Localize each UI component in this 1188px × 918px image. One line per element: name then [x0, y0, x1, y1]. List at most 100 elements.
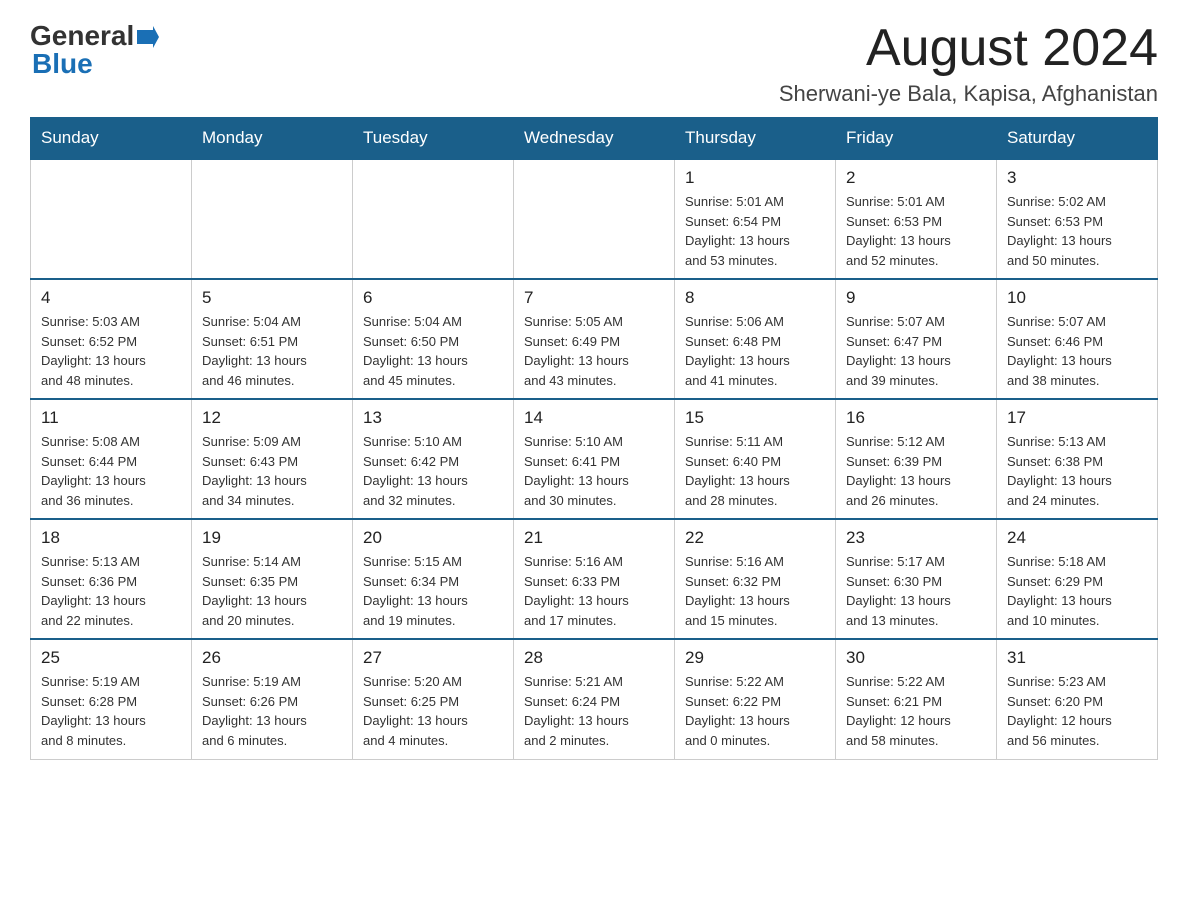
col-friday: Friday	[836, 118, 997, 160]
calendar-cell: 21 Sunrise: 5:16 AM Sunset: 6:33 PM Dayli…	[514, 519, 675, 639]
calendar-cell: 16 Sunrise: 5:12 AM Sunset: 6:39 PM Dayli…	[836, 399, 997, 519]
calendar-cell: 15 Sunrise: 5:11 AM Sunset: 6:40 PM Dayli…	[675, 399, 836, 519]
day-number: 16	[846, 408, 986, 428]
day-number: 5	[202, 288, 342, 308]
calendar-cell: 3 Sunrise: 5:02 AM Sunset: 6:53 PM Daylig…	[997, 159, 1158, 279]
calendar-cell: 13Sunrise: 5:10 AM Sunset: 6:42 PM Dayli…	[353, 399, 514, 519]
calendar-cell: 31Sunrise: 5:23 AM Sunset: 6:20 PM Dayli…	[997, 639, 1158, 759]
page-header: General Blue August 2024 Sherwani-ye Bal…	[30, 20, 1158, 107]
day-number: 17	[1007, 408, 1147, 428]
day-number: 10	[1007, 288, 1147, 308]
day-number: 26	[202, 648, 342, 668]
calendar-cell	[353, 159, 514, 279]
calendar-cell: 17 Sunrise: 5:13 AM Sunset: 6:38 PM Dayli…	[997, 399, 1158, 519]
day-info: Sunrise: 5:07 AM Sunset: 6:46 PM Dayligh…	[1007, 312, 1147, 390]
day-info: Sunrise: 5:04 AM Sunset: 6:51 PM Dayligh…	[202, 312, 342, 390]
calendar-cell: 29 Sunrise: 5:22 AM Sunset: 6:22 PM Dayli…	[675, 639, 836, 759]
day-info: Sunrise: 5:03 AM Sunset: 6:52 PM Dayligh…	[41, 312, 181, 390]
calendar-cell: 8 Sunrise: 5:06 AM Sunset: 6:48 PM Daylig…	[675, 279, 836, 399]
day-number: 22	[685, 528, 825, 548]
day-number: 30	[846, 648, 986, 668]
day-number: 11	[41, 408, 181, 428]
day-number: 20	[363, 528, 503, 548]
calendar-week-row-1: 1 Sunrise: 5:01 AM Sunset: 6:54 PM Daylig…	[31, 159, 1158, 279]
location-subtitle: Sherwani-ye Bala, Kapisa, Afghanistan	[779, 81, 1158, 107]
calendar-cell: 23 Sunrise: 5:17 AM Sunset: 6:30 PM Dayli…	[836, 519, 997, 639]
day-info: Sunrise: 5:23 AM Sunset: 6:20 PM Dayligh…	[1007, 672, 1147, 750]
calendar-week-row-4: 18 Sunrise: 5:13 AM Sunset: 6:36 PM Dayli…	[31, 519, 1158, 639]
calendar-cell: 22 Sunrise: 5:16 AM Sunset: 6:32 PM Dayli…	[675, 519, 836, 639]
day-number: 21	[524, 528, 664, 548]
day-info: Sunrise: 5:17 AM Sunset: 6:30 PM Dayligh…	[846, 552, 986, 630]
day-info: Sunrise: 5:16 AM Sunset: 6:32 PM Dayligh…	[685, 552, 825, 630]
calendar-cell: 4Sunrise: 5:03 AM Sunset: 6:52 PM Daylig…	[31, 279, 192, 399]
logo-blue-text: Blue	[32, 48, 93, 80]
day-number: 8	[685, 288, 825, 308]
day-number: 2	[846, 168, 986, 188]
day-info: Sunrise: 5:21 AM Sunset: 6:24 PM Dayligh…	[524, 672, 664, 750]
day-info: Sunrise: 5:06 AM Sunset: 6:48 PM Dayligh…	[685, 312, 825, 390]
day-number: 27	[363, 648, 503, 668]
day-number: 14	[524, 408, 664, 428]
col-tuesday: Tuesday	[353, 118, 514, 160]
day-number: 6	[363, 288, 503, 308]
logo-arrow-icon	[137, 26, 159, 48]
day-info: Sunrise: 5:02 AM Sunset: 6:53 PM Dayligh…	[1007, 192, 1147, 270]
day-number: 23	[846, 528, 986, 548]
day-info: Sunrise: 5:19 AM Sunset: 6:26 PM Dayligh…	[202, 672, 342, 750]
calendar-cell: 6 Sunrise: 5:04 AM Sunset: 6:50 PM Daylig…	[353, 279, 514, 399]
calendar-cell: 27 Sunrise: 5:20 AM Sunset: 6:25 PM Dayli…	[353, 639, 514, 759]
day-info: Sunrise: 5:01 AM Sunset: 6:54 PM Dayligh…	[685, 192, 825, 270]
calendar-cell: 5 Sunrise: 5:04 AM Sunset: 6:51 PM Daylig…	[192, 279, 353, 399]
day-number: 12	[202, 408, 342, 428]
col-thursday: Thursday	[675, 118, 836, 160]
day-info: Sunrise: 5:13 AM Sunset: 6:36 PM Dayligh…	[41, 552, 181, 630]
day-info: Sunrise: 5:08 AM Sunset: 6:44 PM Dayligh…	[41, 432, 181, 510]
day-info: Sunrise: 5:11 AM Sunset: 6:40 PM Dayligh…	[685, 432, 825, 510]
day-info: Sunrise: 5:22 AM Sunset: 6:22 PM Dayligh…	[685, 672, 825, 750]
calendar-cell: 24Sunrise: 5:18 AM Sunset: 6:29 PM Dayli…	[997, 519, 1158, 639]
day-info: Sunrise: 5:20 AM Sunset: 6:25 PM Dayligh…	[363, 672, 503, 750]
day-info: Sunrise: 5:19 AM Sunset: 6:28 PM Dayligh…	[41, 672, 181, 750]
calendar-cell	[192, 159, 353, 279]
col-monday: Monday	[192, 118, 353, 160]
day-number: 18	[41, 528, 181, 548]
day-info: Sunrise: 5:18 AM Sunset: 6:29 PM Dayligh…	[1007, 552, 1147, 630]
day-info: Sunrise: 5:09 AM Sunset: 6:43 PM Dayligh…	[202, 432, 342, 510]
col-sunday: Sunday	[31, 118, 192, 160]
day-number: 25	[41, 648, 181, 668]
calendar-cell: 14Sunrise: 5:10 AM Sunset: 6:41 PM Dayli…	[514, 399, 675, 519]
day-info: Sunrise: 5:07 AM Sunset: 6:47 PM Dayligh…	[846, 312, 986, 390]
calendar-cell	[31, 159, 192, 279]
calendar-week-row-3: 11 Sunrise: 5:08 AM Sunset: 6:44 PM Dayli…	[31, 399, 1158, 519]
calendar-cell: 1 Sunrise: 5:01 AM Sunset: 6:54 PM Daylig…	[675, 159, 836, 279]
day-info: Sunrise: 5:13 AM Sunset: 6:38 PM Dayligh…	[1007, 432, 1147, 510]
calendar-table: Sunday Monday Tuesday Wednesday Thursday…	[30, 117, 1158, 760]
title-section: August 2024 Sherwani-ye Bala, Kapisa, Af…	[779, 20, 1158, 107]
calendar-cell: 2Sunrise: 5:01 AM Sunset: 6:53 PM Daylig…	[836, 159, 997, 279]
calendar-cell	[514, 159, 675, 279]
day-number: 3	[1007, 168, 1147, 188]
calendar-cell: 10 Sunrise: 5:07 AM Sunset: 6:46 PM Dayli…	[997, 279, 1158, 399]
day-info: Sunrise: 5:10 AM Sunset: 6:42 PM Dayligh…	[363, 432, 503, 510]
calendar-cell: 19 Sunrise: 5:14 AM Sunset: 6:35 PM Dayli…	[192, 519, 353, 639]
calendar-cell: 11 Sunrise: 5:08 AM Sunset: 6:44 PM Dayli…	[31, 399, 192, 519]
day-info: Sunrise: 5:12 AM Sunset: 6:39 PM Dayligh…	[846, 432, 986, 510]
day-number: 19	[202, 528, 342, 548]
day-number: 29	[685, 648, 825, 668]
day-info: Sunrise: 5:14 AM Sunset: 6:35 PM Dayligh…	[202, 552, 342, 630]
calendar-cell: 18 Sunrise: 5:13 AM Sunset: 6:36 PM Dayli…	[31, 519, 192, 639]
day-number: 15	[685, 408, 825, 428]
calendar-cell: 12 Sunrise: 5:09 AM Sunset: 6:43 PM Dayli…	[192, 399, 353, 519]
calendar-cell: 30 Sunrise: 5:22 AM Sunset: 6:21 PM Dayli…	[836, 639, 997, 759]
calendar-cell: 20Sunrise: 5:15 AM Sunset: 6:34 PM Dayli…	[353, 519, 514, 639]
calendar-cell: 28Sunrise: 5:21 AM Sunset: 6:24 PM Dayli…	[514, 639, 675, 759]
calendar-week-row-2: 4Sunrise: 5:03 AM Sunset: 6:52 PM Daylig…	[31, 279, 1158, 399]
logo: General Blue	[30, 20, 159, 80]
day-number: 1	[685, 168, 825, 188]
day-info: Sunrise: 5:04 AM Sunset: 6:50 PM Dayligh…	[363, 312, 503, 390]
col-wednesday: Wednesday	[514, 118, 675, 160]
day-info: Sunrise: 5:22 AM Sunset: 6:21 PM Dayligh…	[846, 672, 986, 750]
day-info: Sunrise: 5:16 AM Sunset: 6:33 PM Dayligh…	[524, 552, 664, 630]
calendar-week-row-5: 25 Sunrise: 5:19 AM Sunset: 6:28 PM Dayli…	[31, 639, 1158, 759]
